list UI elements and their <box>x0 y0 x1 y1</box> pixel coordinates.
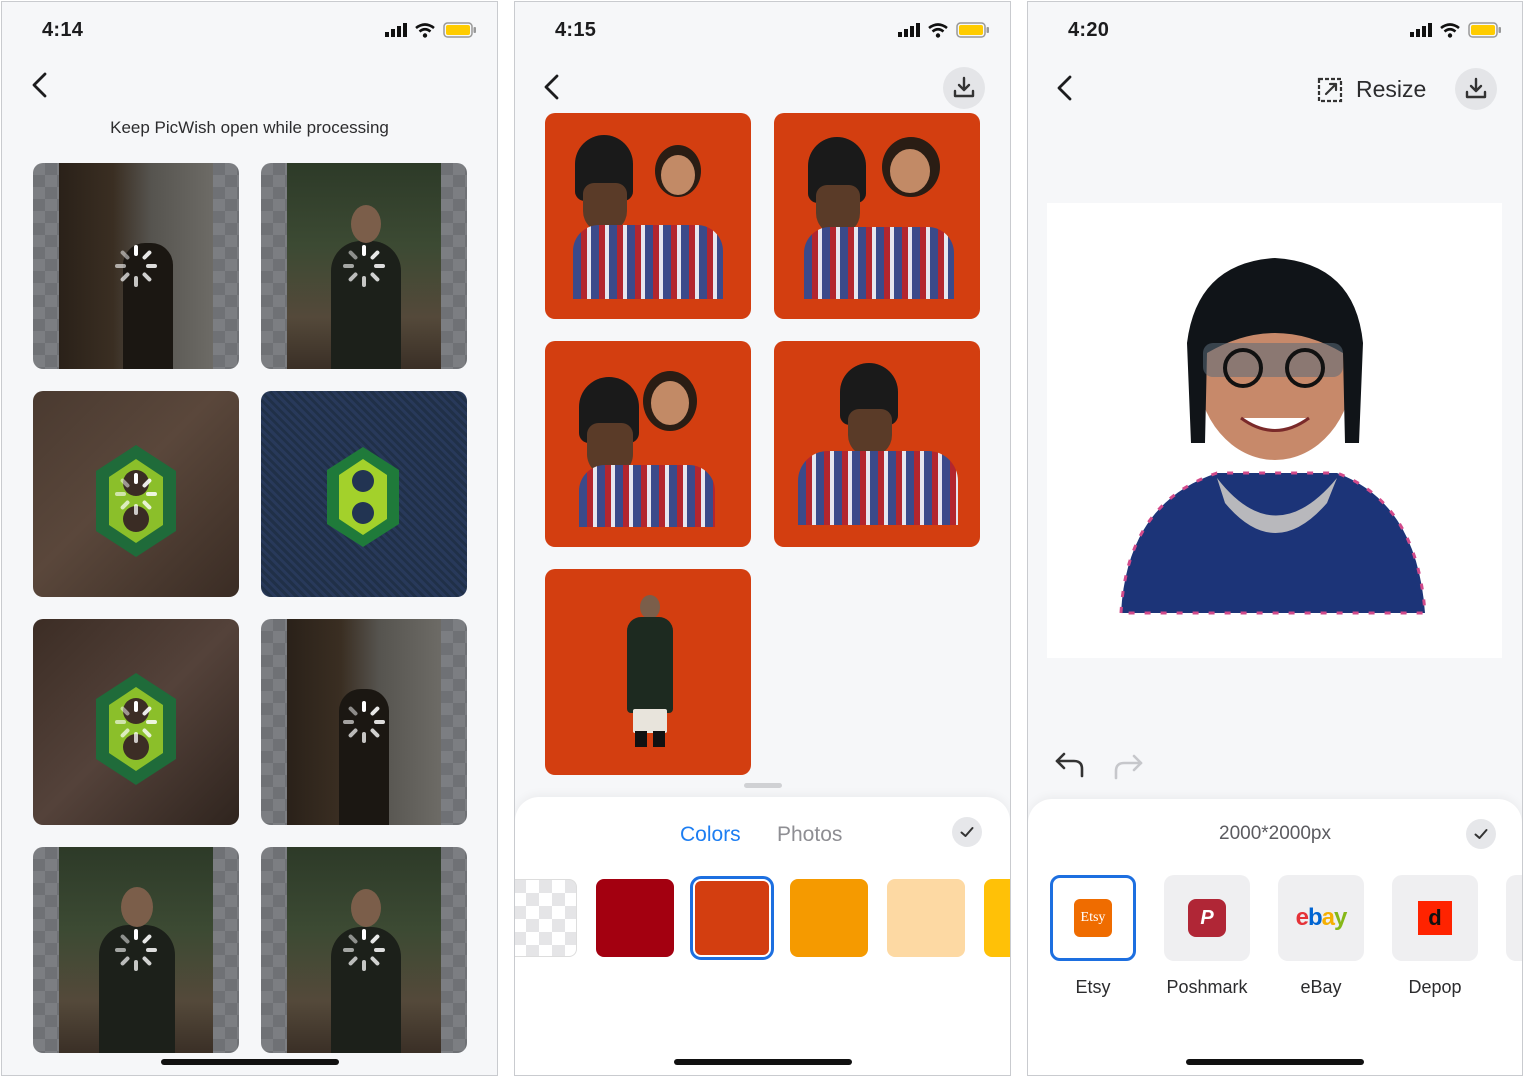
back-chevron-icon[interactable] <box>538 72 568 102</box>
loading-spinner-icon <box>343 701 385 743</box>
result-photo-tile[interactable] <box>545 569 751 775</box>
swatch-yellow[interactable] <box>984 879 1010 957</box>
background-color-screen: 4:15 Colors Photos <box>514 1 1011 1076</box>
back-chevron-icon[interactable] <box>1051 73 1081 103</box>
platform-ebay[interactable]: ebay <box>1278 875 1364 961</box>
loading-spinner-icon <box>343 929 385 971</box>
processing-photo-thumbnail[interactable] <box>33 163 239 369</box>
status-icons <box>1410 22 1502 38</box>
platform-etsy[interactable]: Etsy <box>1050 875 1136 961</box>
tab-colors[interactable]: Colors <box>680 823 741 847</box>
download-icon <box>953 76 975 98</box>
status-time: 4:20 <box>1068 19 1110 41</box>
wifi-icon <box>415 22 435 38</box>
processing-photo-thumbnail[interactable] <box>261 619 467 825</box>
back-chevron-icon[interactable] <box>26 70 56 100</box>
signal-icon <box>898 23 920 37</box>
home-indicator <box>673 1059 852 1065</box>
battery-icon <box>443 22 476 38</box>
processing-photo-thumbnail[interactable] <box>261 847 467 1053</box>
undo-icon[interactable] <box>1054 748 1086 780</box>
platform-depop[interactable]: d <box>1392 875 1478 961</box>
checkmark-icon <box>1474 829 1488 839</box>
edit-canvas[interactable] <box>1047 203 1502 658</box>
platform-poshmark[interactable]: P <box>1164 875 1250 961</box>
platform-label-ebay: eBay <box>1300 977 1342 997</box>
home-indicator <box>160 1059 339 1065</box>
platform-next[interactable] <box>1506 875 1522 961</box>
background-options-sheet: Colors Photos <box>515 797 1010 1075</box>
result-photo-tile[interactable] <box>774 341 980 547</box>
battery-icon <box>1468 22 1501 38</box>
status-time: 4:14 <box>42 19 84 41</box>
download-button[interactable] <box>943 67 985 109</box>
sheet-drag-handle[interactable] <box>743 783 782 788</box>
confirm-button[interactable] <box>952 817 982 847</box>
resize-label: Resize <box>1356 75 1427 102</box>
platform-label-poshmark: Poshmark <box>1166 977 1248 997</box>
result-photo-tile[interactable] <box>774 113 980 319</box>
signal-icon <box>1410 23 1432 37</box>
loading-spinner-icon <box>115 245 157 287</box>
download-icon <box>1465 77 1487 99</box>
swatch-orange-red-selected[interactable] <box>690 876 774 960</box>
redo-icon[interactable] <box>1112 750 1144 782</box>
platform-label-etsy: Etsy <box>1075 977 1111 997</box>
ebay-logo-icon: ebay <box>1295 904 1348 931</box>
loading-spinner-icon <box>115 929 157 971</box>
battery-icon <box>956 22 989 38</box>
swatch-dark-red[interactable] <box>596 879 674 957</box>
processing-photo-thumbnail[interactable] <box>261 163 467 369</box>
swatch-orange[interactable] <box>790 879 868 957</box>
signal-icon <box>385 23 407 37</box>
size-options-sheet: 2000*2000px Etsy P ebay d Etsy Poshmark … <box>1028 799 1522 1075</box>
swatch-transparent[interactable] <box>515 879 577 957</box>
status-icons <box>898 22 990 38</box>
processing-note: Keep PicWish open while processing <box>110 118 389 137</box>
processing-photo-thumbnail[interactable] <box>33 619 239 825</box>
etsy-logo-icon: Etsy <box>1074 899 1112 937</box>
result-photo-tile[interactable] <box>545 113 751 319</box>
resize-crop-icon <box>1317 77 1343 103</box>
wifi-icon <box>928 22 948 38</box>
poshmark-logo-icon: P <box>1188 899 1226 937</box>
resize-screen: 4:20 Resize 2000*2000px Etsy P ebay d Et… <box>1027 1 1523 1076</box>
cutout-portrait <box>1119 258 1427 615</box>
home-indicator <box>1186 1059 1364 1065</box>
photo-thumbnail[interactable] <box>261 391 467 597</box>
tab-photos[interactable]: Photos <box>777 823 842 847</box>
size-label: 2000*2000px <box>1219 823 1331 844</box>
swatch-peach[interactable] <box>887 879 965 957</box>
earring-shape <box>327 447 399 547</box>
resize-button[interactable]: Resize <box>1316 74 1426 104</box>
status-time: 4:15 <box>555 19 597 41</box>
loading-spinner-icon <box>343 245 385 287</box>
result-photo-tile[interactable] <box>545 341 751 547</box>
loading-spinner-icon <box>115 701 157 743</box>
checkmark-icon <box>960 827 974 837</box>
processing-photo-thumbnail[interactable] <box>33 847 239 1053</box>
download-button[interactable] <box>1455 68 1497 110</box>
processing-screen: 4:14 Keep PicWish open while processing <box>1 1 498 1076</box>
wifi-icon <box>1440 22 1460 38</box>
processing-photo-thumbnail[interactable] <box>33 391 239 597</box>
status-icons <box>385 22 477 38</box>
confirm-button[interactable] <box>1466 819 1496 849</box>
depop-logo-icon: d <box>1418 901 1452 935</box>
loading-spinner-icon <box>115 473 157 515</box>
platform-label-depop: Depop <box>1408 977 1462 997</box>
